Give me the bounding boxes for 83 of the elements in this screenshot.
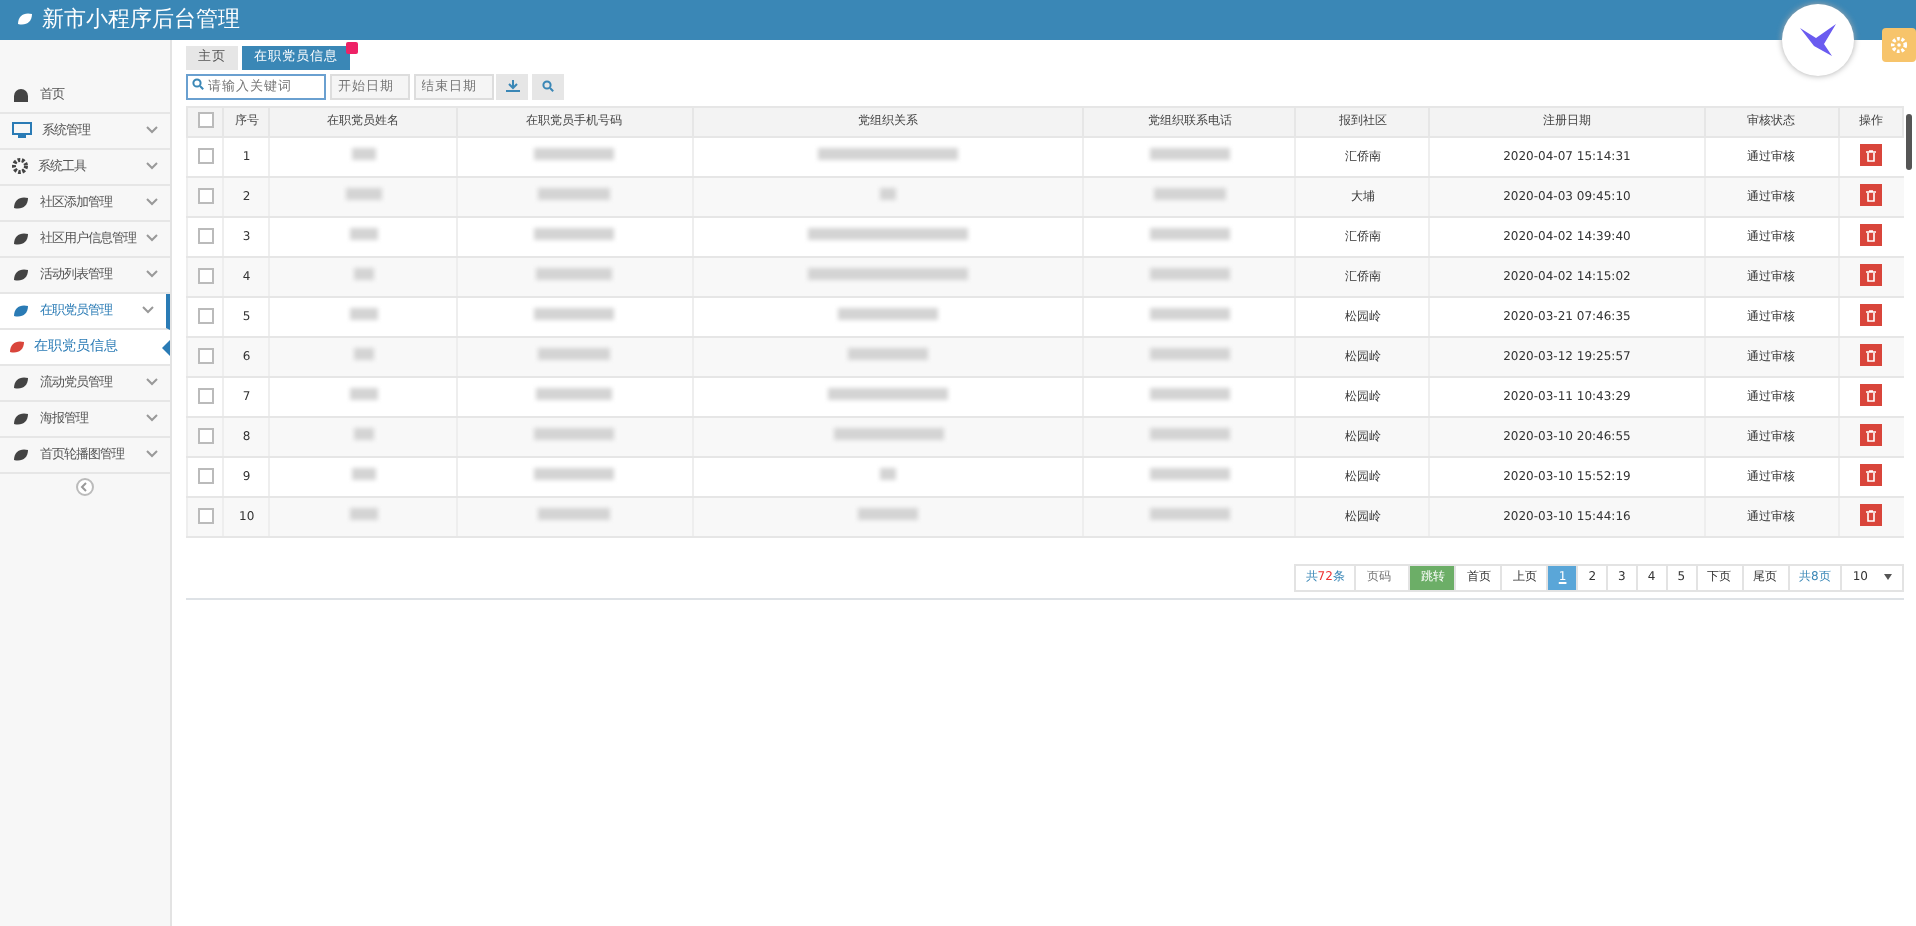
checkbox[interactable] xyxy=(197,187,214,204)
delete-button[interactable] xyxy=(1860,464,1883,487)
search-icon xyxy=(192,77,204,89)
trash-icon xyxy=(1866,389,1877,402)
redacted-text xyxy=(534,227,615,239)
search-icon xyxy=(542,80,554,92)
delete-button[interactable] xyxy=(1860,264,1883,287)
delete-button[interactable] xyxy=(1860,224,1883,247)
redacted-text xyxy=(1149,147,1230,159)
redacted-text xyxy=(1149,307,1230,319)
delete-button[interactable] xyxy=(1860,144,1883,167)
redacted-text xyxy=(538,507,611,519)
delete-button[interactable] xyxy=(1860,304,1883,327)
redacted-text xyxy=(534,147,615,159)
trash-icon xyxy=(1866,429,1877,442)
redacted-text xyxy=(1153,187,1226,199)
redacted-text xyxy=(351,147,375,159)
redacted-text xyxy=(848,347,929,359)
checkbox[interactable] xyxy=(197,467,214,484)
redacted-text xyxy=(833,427,944,439)
redacted-text xyxy=(534,427,615,439)
delete-button[interactable] xyxy=(1860,384,1883,407)
trash-icon xyxy=(1866,189,1877,202)
export-button[interactable] xyxy=(496,73,529,99)
monitor-icon xyxy=(12,121,32,141)
checkbox[interactable] xyxy=(197,427,214,444)
delete-button[interactable] xyxy=(1860,424,1883,447)
trash-icon xyxy=(1866,349,1877,362)
redacted-text xyxy=(345,187,381,199)
checkbox[interactable] xyxy=(197,387,214,404)
trash-icon xyxy=(1866,229,1877,242)
redacted-text xyxy=(349,307,377,319)
redacted-text xyxy=(536,267,613,279)
app-title: 新市小程序后台管理 xyxy=(42,3,240,36)
redacted-text xyxy=(534,307,615,319)
dashboard-icon xyxy=(12,85,30,105)
settings-icon[interactable] xyxy=(1882,28,1916,62)
redacted-text xyxy=(1149,227,1230,239)
delete-button[interactable] xyxy=(1860,504,1883,527)
checkbox[interactable] xyxy=(197,347,214,364)
checkbox[interactable] xyxy=(197,112,214,129)
delete-button[interactable] xyxy=(1860,184,1883,207)
redacted-text xyxy=(1149,387,1230,399)
trash-icon xyxy=(1866,309,1877,322)
redacted-text xyxy=(534,467,615,479)
download-icon xyxy=(505,80,520,92)
trash-icon xyxy=(1866,269,1877,282)
redacted-text xyxy=(349,387,377,399)
search-button[interactable] xyxy=(532,73,564,99)
redacted-text xyxy=(1149,467,1230,479)
leaf-icon xyxy=(8,336,26,358)
redacted-text xyxy=(1149,507,1230,519)
redacted-text xyxy=(538,187,611,199)
redacted-text xyxy=(1149,427,1230,439)
checkbox[interactable] xyxy=(197,507,214,524)
trash-icon xyxy=(1866,509,1877,522)
redacted-text xyxy=(818,147,959,159)
redacted-text xyxy=(880,187,897,199)
redacted-text xyxy=(828,387,949,399)
redacted-text xyxy=(353,267,373,279)
redacted-text xyxy=(858,507,919,519)
redacted-text xyxy=(353,347,373,359)
redacted-text xyxy=(538,347,611,359)
redacted-text xyxy=(349,227,377,239)
scrollbar-thumb[interactable] xyxy=(1906,114,1912,170)
redacted-text xyxy=(1149,347,1230,359)
checkbox[interactable] xyxy=(197,267,214,284)
collapse-icon[interactable] xyxy=(76,477,94,499)
gear-icon xyxy=(12,157,28,177)
redacted-text xyxy=(349,507,377,519)
trash-icon xyxy=(1866,149,1877,162)
delete-button[interactable] xyxy=(1860,344,1883,367)
checkbox[interactable] xyxy=(197,307,214,324)
redacted-text xyxy=(353,427,373,439)
checkbox[interactable] xyxy=(197,227,214,244)
app-float-icon[interactable] xyxy=(1782,4,1854,76)
redacted-text xyxy=(880,467,897,479)
trash-icon xyxy=(1866,469,1877,482)
redacted-text xyxy=(536,387,613,399)
redacted-text xyxy=(1149,267,1230,279)
redacted-text xyxy=(351,467,375,479)
redacted-text xyxy=(838,307,939,319)
checkbox[interactable] xyxy=(197,147,214,164)
